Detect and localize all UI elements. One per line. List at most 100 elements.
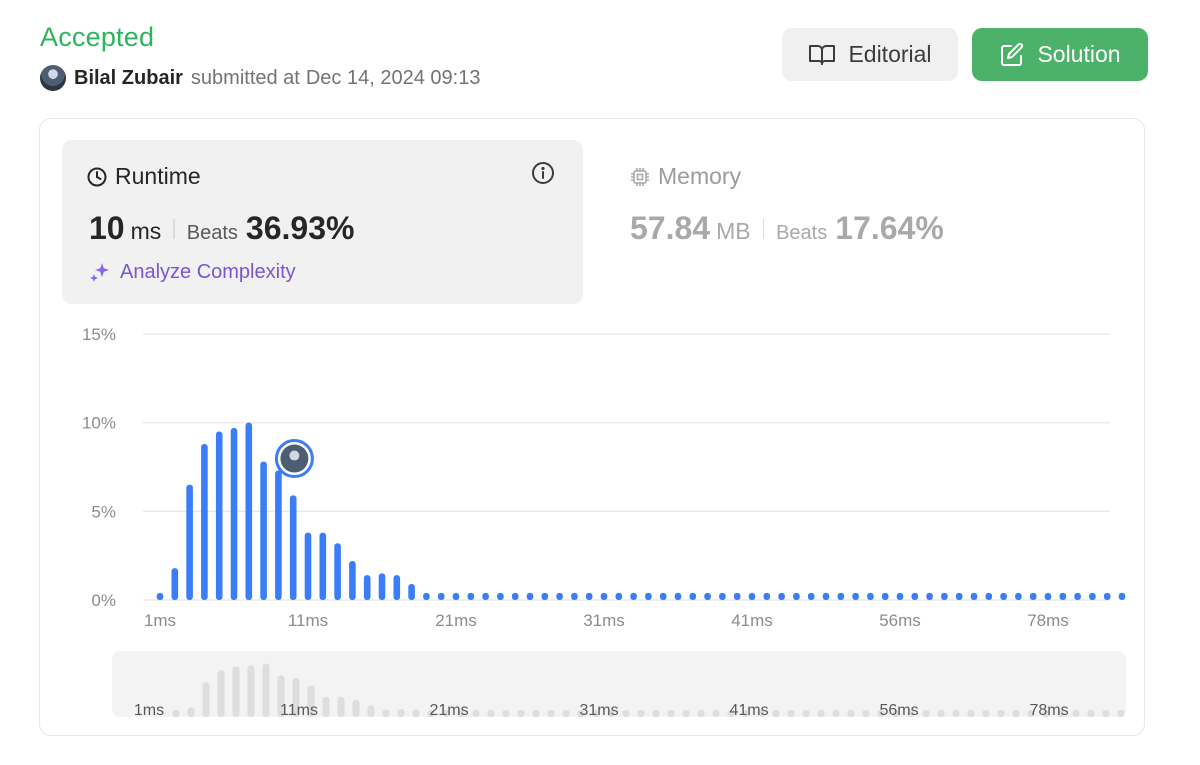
bar — [985, 592, 993, 600]
navigator-bar — [367, 705, 375, 717]
navigator-bar — [232, 666, 240, 717]
bar — [511, 592, 519, 600]
bar — [349, 560, 356, 600]
navigator-bar — [937, 710, 945, 717]
bar — [1103, 592, 1111, 600]
bar — [615, 592, 623, 600]
bar — [719, 592, 726, 600]
bar — [423, 592, 430, 600]
navigator-bar — [352, 699, 360, 717]
bar — [793, 592, 800, 600]
bar — [955, 592, 963, 600]
navigator-bar — [832, 710, 840, 717]
x-tick-label: 78ms — [1027, 611, 1069, 630]
bar — [822, 592, 830, 600]
navigator-bar — [682, 710, 690, 717]
bar — [896, 592, 904, 600]
bar — [837, 592, 845, 600]
y-tick-label: 15% — [82, 325, 116, 344]
navigator-bar — [697, 710, 705, 717]
navigator-bar — [817, 710, 825, 717]
navigator-bar — [382, 709, 390, 717]
y-tick-label: 10% — [82, 414, 116, 433]
navigator-bar — [1012, 710, 1020, 717]
bar — [363, 575, 371, 600]
bar — [482, 592, 489, 600]
bar — [304, 532, 312, 600]
x-tick-label: 11ms — [288, 611, 328, 630]
bar — [467, 592, 475, 600]
bar — [378, 573, 386, 600]
bar — [186, 484, 193, 600]
navigator-x-tick-label: 56ms — [879, 702, 918, 717]
bar — [941, 592, 948, 600]
navigator-bar — [187, 707, 195, 717]
bar — [704, 592, 711, 600]
bar — [926, 592, 933, 600]
y-tick-label: 0% — [91, 591, 116, 610]
x-tick-label: 56ms — [879, 611, 921, 630]
bar — [600, 592, 608, 600]
navigator-bar — [547, 710, 555, 717]
bar — [867, 592, 874, 600]
navigator-x-tick-label: 1ms — [134, 702, 164, 717]
bar — [674, 592, 682, 600]
navigator-x-tick-label: 78ms — [1029, 702, 1068, 717]
navigator-bar — [967, 710, 975, 717]
bar — [1118, 592, 1126, 600]
navigator-bar — [517, 710, 525, 717]
navigator-bar — [502, 710, 510, 717]
bar — [541, 592, 549, 600]
navigator-bar — [322, 696, 330, 717]
navigator-bar — [787, 710, 795, 717]
bar — [452, 592, 460, 600]
x-tick-label: 1ms — [144, 611, 176, 630]
navigator-bar — [637, 710, 645, 717]
navigator-bar — [847, 710, 855, 717]
bar — [201, 443, 208, 600]
bar — [437, 592, 445, 600]
y-tick-label: 5% — [91, 502, 116, 521]
bar — [215, 431, 223, 600]
x-tick-label: 41ms — [731, 611, 773, 630]
bar — [733, 592, 741, 600]
navigator-bar — [1072, 710, 1080, 717]
bar — [1015, 592, 1022, 600]
bar — [571, 592, 578, 600]
navigator-bar — [262, 663, 270, 717]
bar — [645, 592, 652, 600]
bar — [334, 543, 341, 600]
bar — [1000, 592, 1007, 600]
navigator-bar — [472, 710, 480, 717]
navigator-x-tick-label: 21ms — [429, 702, 468, 717]
x-tick-label: 31ms — [583, 611, 625, 630]
bar — [260, 461, 267, 600]
navigator-bar — [622, 710, 630, 717]
navigator-bar — [997, 710, 1005, 717]
bar — [911, 592, 919, 600]
bar — [319, 532, 327, 600]
navigator-x-tick-label: 11ms — [280, 702, 318, 717]
runtime-distribution-chart[interactable]: 15% 10% 5% 0% 1ms 11ms 21ms 31ms 41ms 56ms 78ms — [0, 0, 1200, 640]
navigator-bar — [397, 709, 405, 717]
chart-range-navigator[interactable]: 1ms 11ms 21ms 31ms 41ms 56ms 78ms — [112, 651, 1126, 717]
bar — [1059, 592, 1067, 600]
navigator-bar — [202, 682, 210, 717]
bar — [275, 470, 282, 600]
navigator-bar — [1087, 710, 1095, 717]
bar — [556, 592, 563, 600]
bar — [171, 568, 179, 600]
navigator-bar — [1102, 710, 1110, 717]
navigator-bar — [802, 710, 810, 717]
navigator-bar — [412, 709, 420, 717]
bar — [970, 592, 978, 600]
navigator-bar — [712, 710, 720, 717]
navigator-bar — [667, 710, 675, 717]
navigator-chart[interactable]: 1ms 11ms 21ms 31ms 41ms 56ms 78ms — [112, 651, 1126, 717]
navigator-bar — [247, 665, 255, 717]
bar — [778, 592, 785, 600]
bar — [497, 592, 504, 600]
bar — [748, 592, 756, 600]
bar — [245, 422, 253, 600]
bar — [408, 584, 415, 600]
